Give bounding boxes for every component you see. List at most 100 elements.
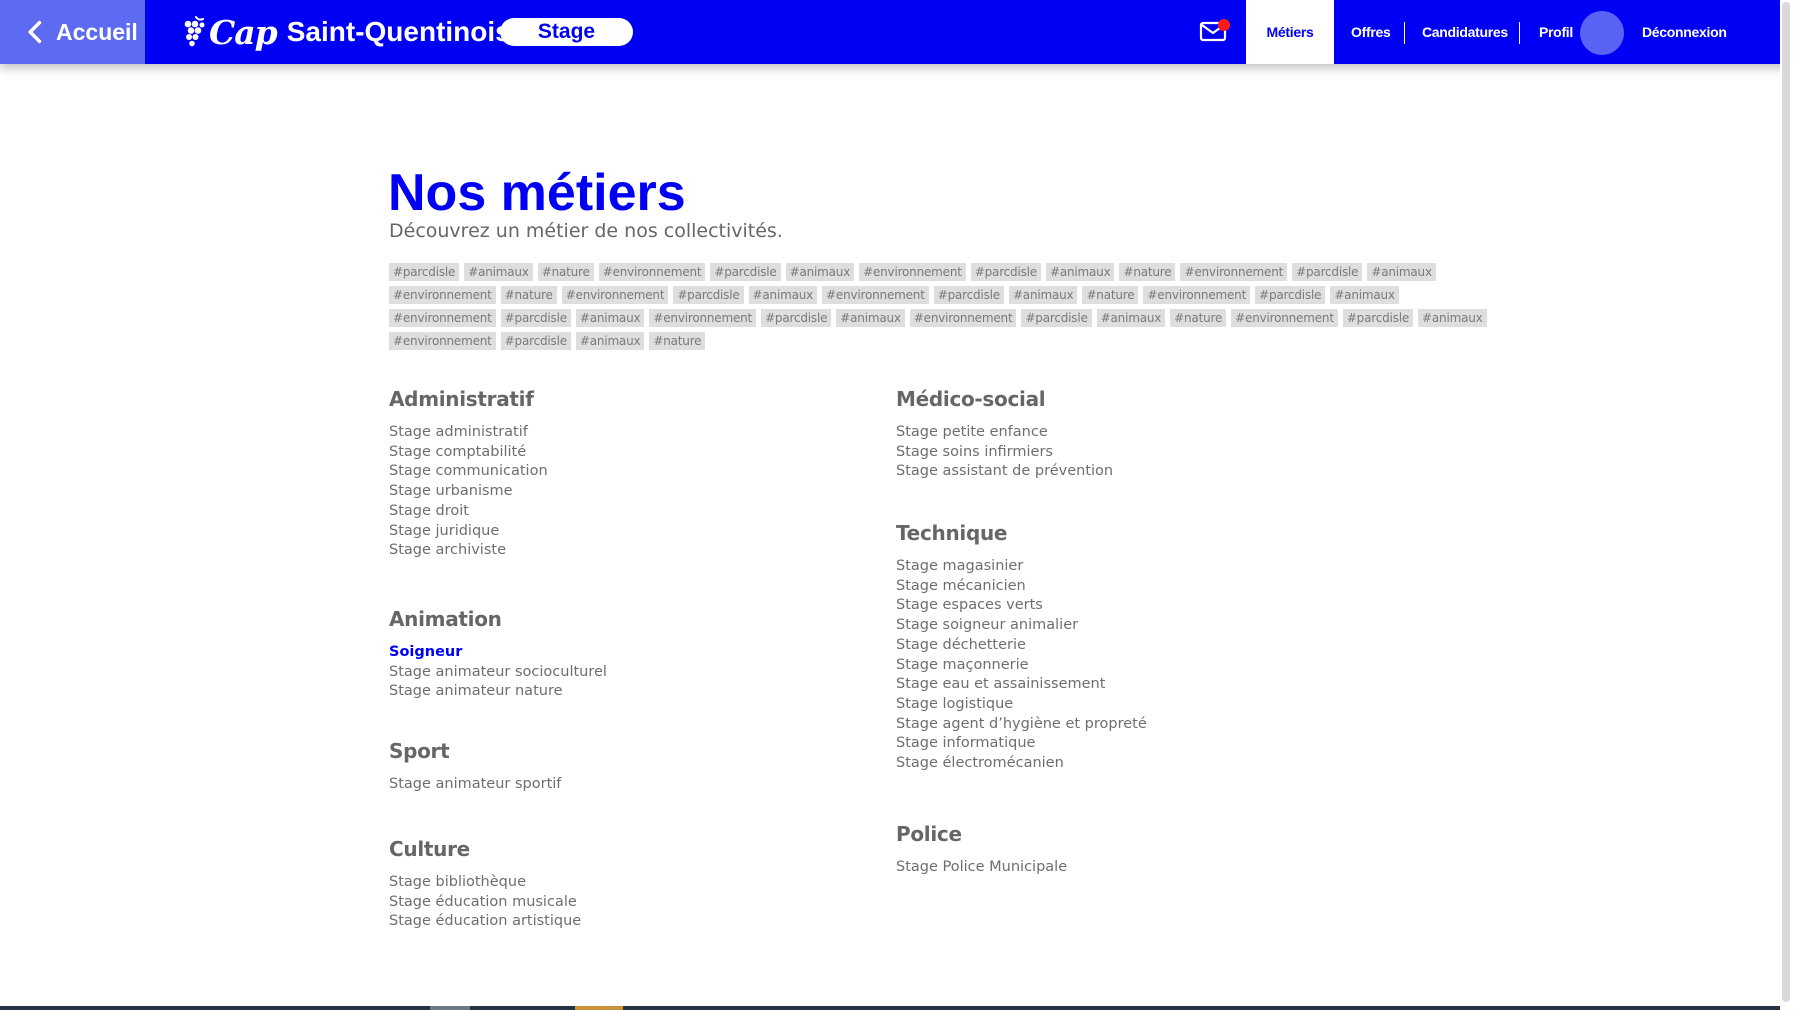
back-to-home-button[interactable]: Accueil xyxy=(0,0,145,64)
job-link[interactable]: Stage électromécanien xyxy=(896,754,1376,774)
tag[interactable]: #parcdisle xyxy=(710,263,781,281)
back-label: Accueil xyxy=(56,18,138,45)
job-link[interactable]: Stage éducation musicale xyxy=(389,893,869,913)
job-link[interactable]: Stage bibliothèque xyxy=(389,873,869,893)
nav-candidatures[interactable]: Candidatures xyxy=(1422,0,1508,64)
tag[interactable]: #parcdisle xyxy=(970,263,1041,281)
job-link[interactable]: Stage animateur socioculturel xyxy=(389,663,869,683)
tag[interactable]: #parcdisle xyxy=(673,286,744,304)
tag[interactable]: #environnement xyxy=(561,286,669,304)
job-link[interactable]: Stage déchetterie xyxy=(896,636,1376,656)
job-link[interactable]: Stage logistique xyxy=(896,695,1376,715)
page-title: Nos métiers xyxy=(388,164,686,222)
tag[interactable]: #environnement xyxy=(1180,263,1288,281)
job-link[interactable]: Stage comptabilité xyxy=(389,443,869,463)
nav-deconnexion[interactable]: Déconnexion xyxy=(1642,0,1727,64)
job-link[interactable]: Stage soigneur animalier xyxy=(896,616,1376,636)
job-link[interactable]: Stage administratif xyxy=(389,423,869,443)
tag[interactable]: #environnement xyxy=(822,286,929,304)
tag[interactable]: #nature xyxy=(1170,309,1227,327)
tag[interactable]: #animaux xyxy=(836,309,905,327)
job-link[interactable]: Stage urbanisme xyxy=(389,482,869,502)
tag[interactable]: #environnement xyxy=(1231,309,1338,327)
tag[interactable]: #animaux xyxy=(1008,286,1078,304)
category-title: Médico-social xyxy=(896,387,1046,411)
tag[interactable]: #nature xyxy=(537,263,594,281)
tag[interactable]: #animaux xyxy=(1367,263,1436,281)
scrollbar-thumb[interactable] xyxy=(1782,2,1790,1002)
tag[interactable]: #environnement xyxy=(389,286,496,304)
tag[interactable]: #animaux xyxy=(1045,263,1115,281)
job-list: Stage bibliothèque Stage éducation musica… xyxy=(389,873,869,932)
job-link[interactable]: Stage animateur sportif xyxy=(389,775,869,795)
job-link[interactable]: Stage droit xyxy=(389,502,869,522)
job-link[interactable]: Soigneur xyxy=(389,643,869,663)
tag[interactable]: #environnement xyxy=(389,332,496,350)
nav-profil[interactable]: Profil xyxy=(1539,0,1573,64)
tag[interactable]: #animaux xyxy=(785,263,855,281)
category-technique: Technique Stage magasinier Stage mécanici… xyxy=(896,521,1376,774)
job-link[interactable]: Stage communication xyxy=(389,462,869,482)
tag[interactable]: #nature xyxy=(1119,263,1176,281)
site-logo[interactable]: Cap Saint-Quentinois xyxy=(183,13,511,52)
job-link[interactable]: Stage mécanicien xyxy=(896,577,1376,597)
job-link[interactable]: Stage assistant de prévention xyxy=(896,462,1376,482)
job-link[interactable]: Stage maçonnerie xyxy=(896,656,1376,676)
tag[interactable]: #animaux xyxy=(1418,309,1487,327)
category-medico-social: Médico-social Stage petite enfance Stage … xyxy=(896,387,1376,482)
top-navbar: Accueil Cap Saint-Quentinois Stage Métie… xyxy=(0,0,1793,64)
tag[interactable]: #environnement xyxy=(649,309,757,327)
tag[interactable]: #parcdisle xyxy=(933,286,1004,304)
tag[interactable]: #parcdisle xyxy=(1255,286,1326,304)
tag[interactable]: #animaux xyxy=(575,332,645,350)
category-title: Culture xyxy=(389,837,470,861)
tag[interactable]: #animaux xyxy=(1096,309,1166,327)
avatar[interactable] xyxy=(1580,11,1624,55)
job-link[interactable]: Stage juridique xyxy=(389,522,869,542)
section-badge: Stage xyxy=(500,18,633,46)
category-title: Sport xyxy=(389,739,450,763)
tag[interactable]: #animaux xyxy=(748,286,818,304)
tag[interactable]: #environnement xyxy=(389,309,496,327)
nav-divider xyxy=(1404,22,1405,44)
tag[interactable]: #parcdisle xyxy=(389,263,460,281)
tag[interactable]: #parcdisle xyxy=(1292,263,1363,281)
tag[interactable]: #parcdisle xyxy=(500,332,571,350)
job-list: Soigneur Stage animateur socioculturel Sta… xyxy=(389,643,869,702)
job-link[interactable]: Stage soins infirmiers xyxy=(896,443,1376,463)
tag[interactable]: #parcdisle xyxy=(500,309,571,327)
tag[interactable]: #animaux xyxy=(575,309,645,327)
job-link[interactable]: Stage archiviste xyxy=(389,541,869,561)
tag[interactable]: #environnement xyxy=(1143,286,1251,304)
tag[interactable]: #nature xyxy=(649,332,706,350)
category-police: Police Stage Police Municipale xyxy=(896,822,1376,878)
tag[interactable]: #animaux xyxy=(1330,286,1399,304)
job-list: Stage Police Municipale xyxy=(896,858,1376,878)
job-link[interactable]: Stage agent d’hygiène et propreté xyxy=(896,715,1376,735)
tag[interactable]: #nature xyxy=(500,286,557,304)
job-link[interactable]: Stage magasinier xyxy=(896,557,1376,577)
tag-list: #parcdisle #animaux #nature #environnement #… xyxy=(389,263,1505,350)
tag[interactable]: #environnement xyxy=(859,263,966,281)
job-link[interactable]: Stage eau et assainissement xyxy=(896,675,1376,695)
category-animation: Animation Soigneur Stage animateur socioc… xyxy=(389,607,869,702)
tag[interactable]: #parcdisle xyxy=(761,309,832,327)
logo-city-text: Saint-Quentinois xyxy=(286,16,511,47)
tag[interactable]: #parcdisle xyxy=(1021,309,1092,327)
job-link[interactable]: Stage animateur nature xyxy=(389,682,869,702)
tag[interactable]: #animaux xyxy=(464,263,533,281)
nav-metiers[interactable]: Métiers xyxy=(1246,0,1334,64)
job-link[interactable]: Stage petite enfance xyxy=(896,423,1376,443)
tag[interactable]: #environnement xyxy=(909,309,1017,327)
chevron-left-icon xyxy=(28,20,42,44)
job-link[interactable]: Stage Police Municipale xyxy=(896,858,1376,878)
tag[interactable]: #environnement xyxy=(598,263,706,281)
job-link[interactable]: Stage éducation artistique xyxy=(389,912,869,932)
tag[interactable]: #parcdisle xyxy=(1342,309,1414,327)
notification-dot xyxy=(1218,19,1230,31)
job-link[interactable]: Stage espaces verts xyxy=(896,596,1376,616)
category-title: Technique xyxy=(896,521,1008,545)
tag[interactable]: #nature xyxy=(1082,286,1139,304)
job-link[interactable]: Stage informatique xyxy=(896,734,1376,754)
nav-offres[interactable]: Offres xyxy=(1351,0,1391,64)
